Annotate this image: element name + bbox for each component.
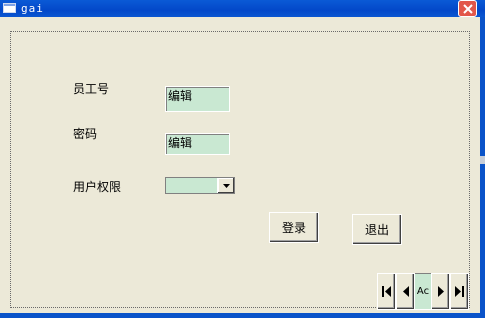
form-area (10, 31, 470, 308)
record-indicator: Ac (415, 273, 431, 310)
permission-label: 用户权限 (73, 180, 122, 194)
password-label: 密码 (73, 127, 98, 141)
employee-id-label: 员工号 (73, 82, 110, 96)
dropdown-arrow-icon (222, 183, 230, 188)
prev-record-button[interactable] (396, 273, 415, 310)
record-navigator: Ac (377, 273, 469, 310)
first-record-icon (382, 286, 391, 297)
next-record-icon (437, 286, 444, 297)
window-icon (3, 3, 16, 13)
exit-button[interactable]: 退出 (352, 214, 402, 245)
close-icon (462, 3, 473, 14)
close-button[interactable] (458, 0, 477, 17)
window-title: gai (21, 2, 44, 15)
last-record-button[interactable] (450, 273, 469, 310)
last-record-icon (455, 286, 464, 297)
title-bar: gai (0, 0, 485, 17)
window-border-right (480, 17, 485, 318)
window-border-bottom (0, 313, 485, 318)
login-button[interactable]: 登录 (269, 212, 319, 243)
first-record-button[interactable] (377, 273, 396, 310)
next-record-button[interactable] (431, 273, 450, 310)
employee-id-field[interactable]: 编辑 (165, 86, 230, 112)
prev-record-icon (402, 286, 409, 297)
permission-select[interactable] (165, 177, 235, 194)
window-border-notch (480, 156, 485, 164)
password-field[interactable]: 编辑 (165, 133, 230, 155)
permission-dropdown-button[interactable] (217, 178, 234, 193)
